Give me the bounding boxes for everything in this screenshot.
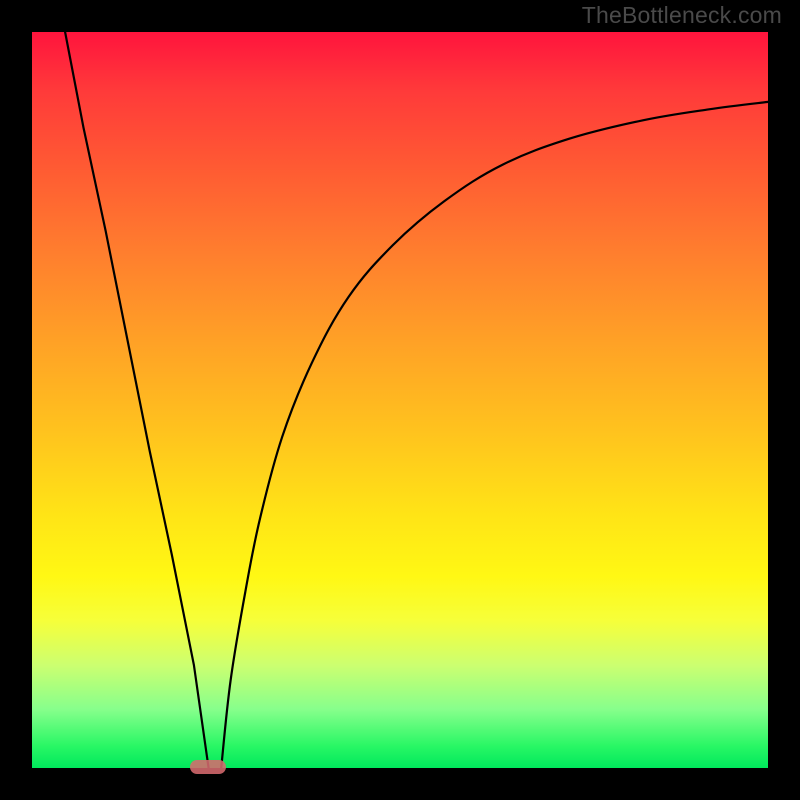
minimum-marker xyxy=(190,760,226,774)
watermark-text: TheBottleneck.com xyxy=(582,2,782,29)
left-curve-path xyxy=(65,32,209,768)
chart-frame: TheBottleneck.com xyxy=(0,0,800,800)
plot-area xyxy=(32,32,768,768)
curve-svg xyxy=(32,32,768,768)
right-curve-path xyxy=(221,102,768,768)
